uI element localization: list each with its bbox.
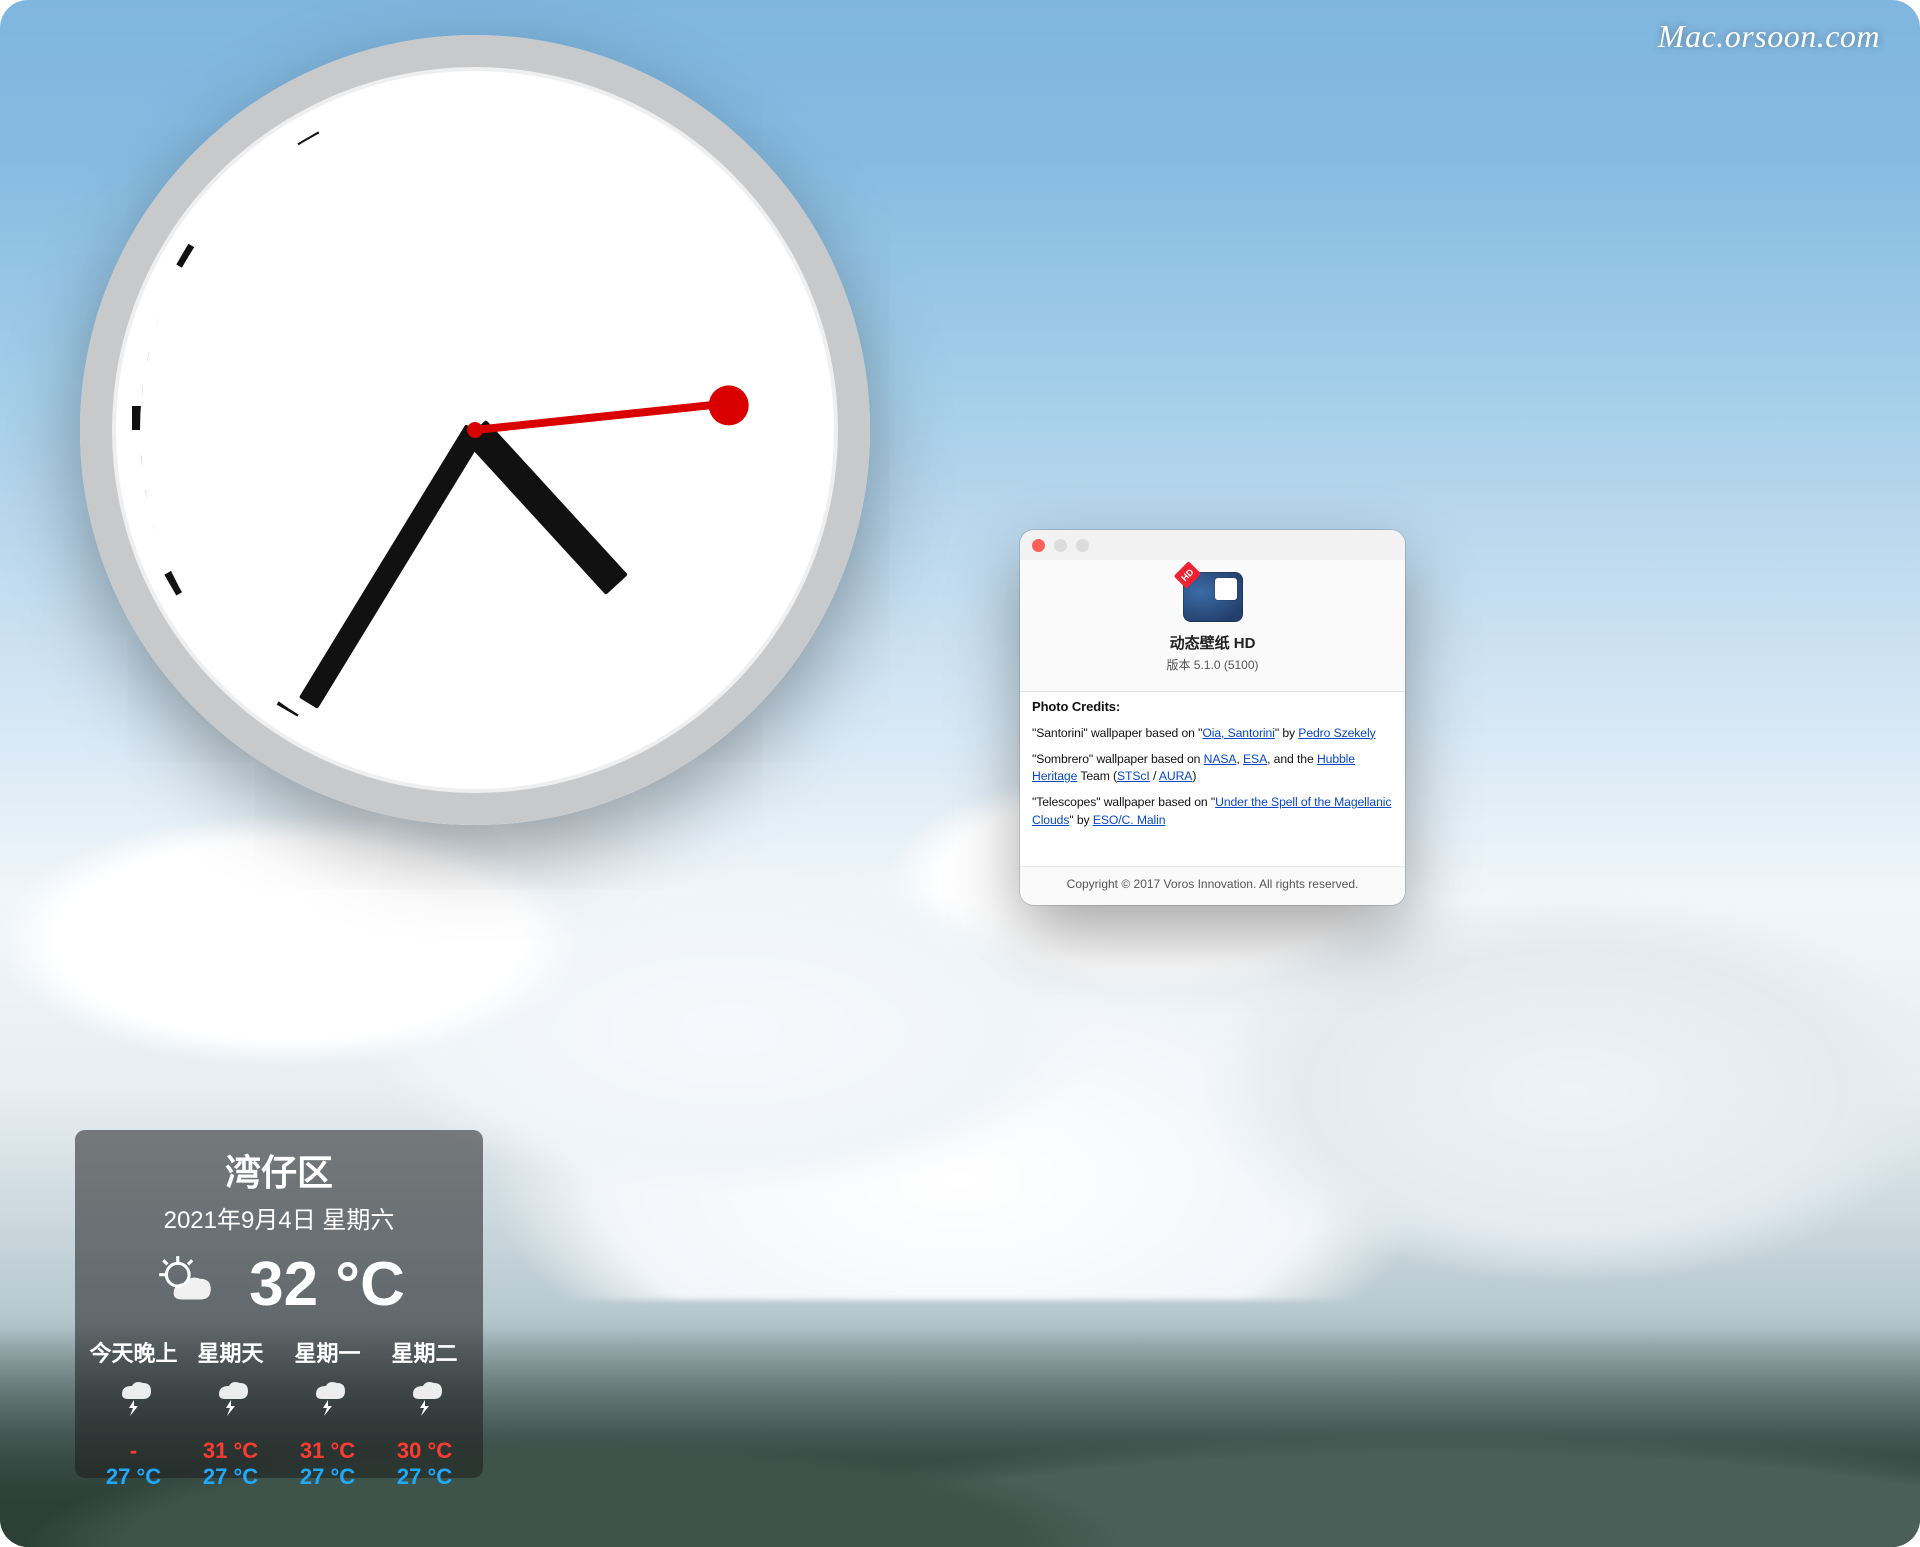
forecast-day-1-low: 27 °C [182, 1464, 279, 1490]
forecast-day-0: 今天晚上 - 27 °C [85, 1336, 182, 1490]
watermark-text: Mac.orsoon.com [1658, 18, 1880, 55]
app-icon [1183, 572, 1243, 622]
forecast-day-3-label: 星期二 [376, 1336, 473, 1368]
clock-second-ball [709, 385, 749, 425]
weather-forecast: 今天晚上 - 27 °C 星期天 31 °C 27 °C 星期一 31 °C 2… [85, 1336, 473, 1490]
forecast-day-2-low: 27 °C [279, 1464, 376, 1490]
about-credits[interactable]: Photo Credits: "Santorini" wallpaper bas… [1020, 691, 1405, 866]
credits-heading: Photo Credits: [1032, 699, 1120, 714]
forecast-day-0-label: 今天晚上 [85, 1336, 182, 1368]
weather-current-temp: 32 °C [249, 1249, 405, 1320]
link-pedro-szekely[interactable]: Pedro Szekely [1298, 726, 1375, 740]
forecast-day-0-low: 27 °C [85, 1464, 182, 1490]
weather-widget[interactable]: 湾仔区 2021年9月4日 星期六 32 °C 今天晚上 - 27 [75, 1130, 483, 1478]
thunder-icon [207, 1372, 255, 1420]
weather-location: 湾仔区 [85, 1144, 473, 1196]
forecast-day-1: 星期天 31 °C 27 °C [182, 1336, 279, 1490]
forecast-day-1-label: 星期天 [182, 1336, 279, 1368]
forecast-day-3-low: 27 °C [376, 1464, 473, 1490]
app-version: 版本 5.1.0 (5100) [1020, 656, 1405, 673]
credits-sombrero: "Sombrero" wallpaper based on NASA, ESA,… [1032, 751, 1393, 786]
clock-center-pin [467, 422, 483, 438]
link-stsci[interactable]: STScI [1117, 769, 1150, 783]
forecast-day-3: 星期二 30 °C 27 °C [376, 1336, 473, 1490]
credits-santorini: "Santorini" wallpaper based on "Oia, San… [1032, 725, 1393, 743]
forecast-day-0-high: - [85, 1438, 182, 1464]
link-eso-malin[interactable]: ESO/C. Malin [1093, 813, 1166, 827]
about-copyright: Copyright © 2017 Voros Innovation. All r… [1020, 866, 1405, 905]
link-aura[interactable]: AURA [1159, 769, 1192, 783]
close-icon[interactable] [1032, 539, 1045, 552]
partly-cloudy-icon [153, 1252, 219, 1318]
forecast-day-2: 星期一 31 °C 27 °C [279, 1336, 376, 1490]
about-header: 动态壁纸 HD 版本 5.1.0 (5100) [1020, 560, 1405, 679]
thunder-icon [304, 1372, 352, 1420]
forecast-day-2-high: 31 °C [279, 1438, 376, 1464]
about-titlebar[interactable] [1020, 530, 1405, 560]
forecast-day-1-high: 31 °C [182, 1438, 279, 1464]
forecast-day-3-high: 30 °C [376, 1438, 473, 1464]
link-oia-santorini[interactable]: Oia, Santorini [1202, 726, 1274, 740]
weather-date: 2021年9月4日 星期六 [85, 1200, 473, 1235]
about-window[interactable]: 动态壁纸 HD 版本 5.1.0 (5100) Photo Credits: "… [1020, 530, 1405, 905]
clock-widget[interactable] [80, 35, 870, 825]
link-esa[interactable]: ESA [1243, 752, 1267, 766]
link-nasa[interactable]: NASA [1204, 752, 1237, 766]
thunder-icon [401, 1372, 449, 1420]
zoom-icon[interactable] [1076, 539, 1089, 552]
minimize-icon[interactable] [1054, 539, 1067, 552]
thunder-icon [110, 1372, 158, 1420]
app-name: 动态壁纸 HD [1020, 632, 1405, 653]
credits-telescopes: "Telescopes" wallpaper based on "Under t… [1032, 794, 1393, 829]
desktop: Mac.orsoon.com 湾仔区 2021年9月4日 星期六 32 [0, 0, 1920, 1547]
forecast-day-2-label: 星期一 [279, 1336, 376, 1368]
weather-current: 32 °C [85, 1249, 473, 1320]
